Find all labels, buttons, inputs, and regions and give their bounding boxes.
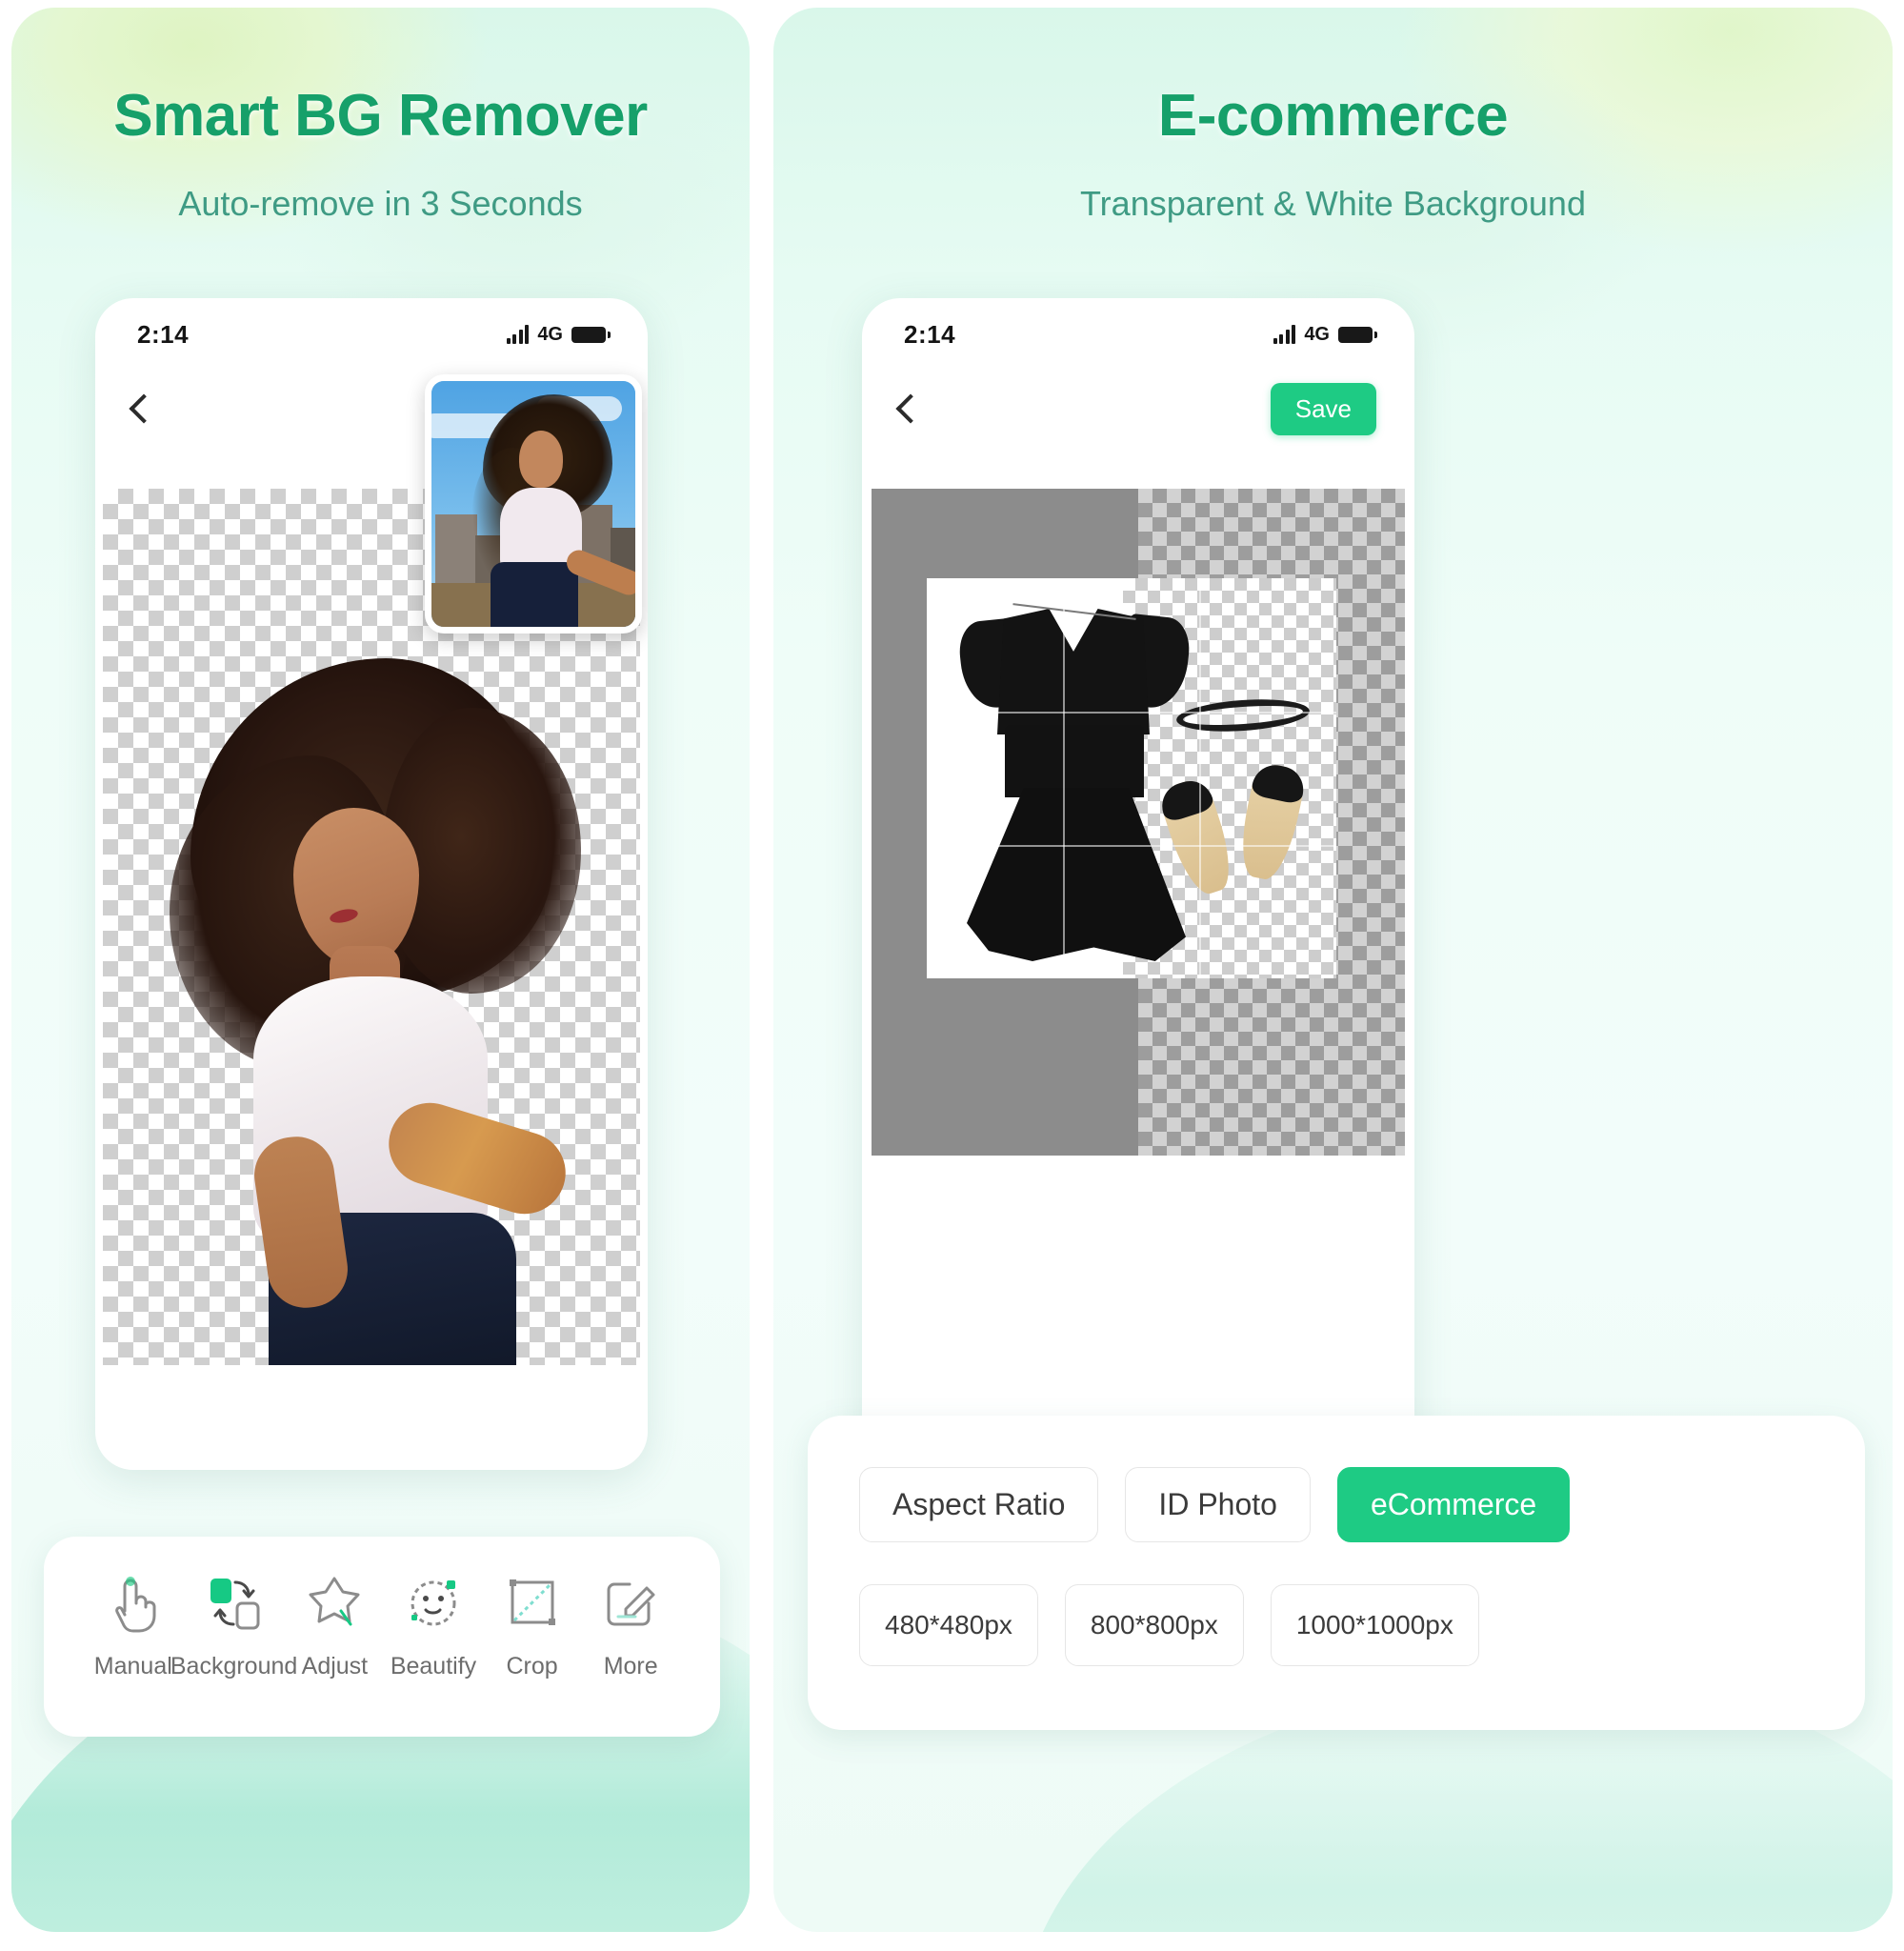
swap-background-icon <box>205 1569 264 1638</box>
network-label: 4G <box>537 323 563 345</box>
chip-size-800[interactable]: 800*800px <box>1064 1584 1244 1666</box>
tool-crop[interactable]: Crop <box>483 1569 582 1680</box>
dress-bodice <box>997 609 1150 734</box>
magic-star-icon <box>305 1569 364 1638</box>
ecommerce-options-panel: Aspect Ratio ID Photo eCommerce 480*480p… <box>808 1416 1865 1730</box>
chip-aspect-ratio[interactable]: Aspect Ratio <box>859 1467 1099 1542</box>
edit-pencil-icon <box>601 1569 660 1638</box>
chip-size-480[interactable]: 480*480px <box>859 1584 1038 1666</box>
status-bar: 2:14 4G <box>862 298 1414 371</box>
status-bar: 2:14 4G <box>95 298 648 371</box>
dress-skirt <box>967 788 1186 961</box>
page-title: Smart BG Remover <box>113 83 648 149</box>
tool-more[interactable]: More <box>581 1569 680 1680</box>
signal-bars-icon <box>506 325 530 344</box>
status-indicators: 4G <box>1273 323 1377 346</box>
promo-card-ecommerce: E-commerce Transparent & White Backgroun… <box>773 8 1893 1932</box>
thumbnail-subject-face <box>519 431 563 488</box>
tool-label: Background <box>170 1653 298 1679</box>
tool-label: More <box>603 1653 658 1679</box>
smiley-face-icon <box>404 1569 463 1638</box>
page-subtitle: Transparent & White Background <box>1080 184 1586 223</box>
crop-gridline <box>1063 578 1066 978</box>
size-chip-row: 480*480px 800*800px 1000*1000px <box>859 1584 1865 1666</box>
screenshot-stage: Smart BG Remover Auto-remove in 3 Second… <box>0 0 1904 1951</box>
status-time: 2:14 <box>137 319 190 349</box>
promo-card-smart-bg-remover: Smart BG Remover Auto-remove in 3 Second… <box>11 8 750 1932</box>
chevron-left-icon[interactable] <box>129 393 159 424</box>
battery-icon <box>1338 326 1377 343</box>
nav-bar: Save <box>862 371 1414 447</box>
mode-chip-row: Aspect Ratio ID Photo eCommerce <box>859 1467 1865 1542</box>
image-canvas-ecommerce[interactable] <box>872 489 1405 1156</box>
chip-ecommerce[interactable]: eCommerce <box>1336 1467 1571 1542</box>
chevron-left-icon[interactable] <box>895 393 926 424</box>
network-label: 4G <box>1304 323 1330 345</box>
tool-label: Crop <box>506 1653 558 1679</box>
tool-manual[interactable]: Manual <box>84 1569 183 1680</box>
original-photo-thumbnail[interactable] <box>425 374 642 634</box>
crop-gridline <box>927 844 1336 847</box>
tool-adjust[interactable]: Adjust <box>286 1569 385 1680</box>
phone-mockup-right: 2:14 4G Save <box>862 298 1414 1470</box>
crop-gridline <box>927 711 1336 714</box>
chip-id-photo[interactable]: ID Photo <box>1125 1467 1311 1542</box>
thumbnail-subject-skirt <box>491 562 578 627</box>
tool-background[interactable]: Background <box>170 1569 297 1680</box>
crop-frame[interactable] <box>927 578 1336 978</box>
signal-bars-icon <box>1273 325 1296 344</box>
tool-beautify[interactable]: Beautify <box>384 1569 483 1680</box>
crop-square-icon <box>503 1569 562 1638</box>
tool-label: Adjust <box>301 1653 369 1679</box>
tool-label: Manual <box>93 1653 172 1679</box>
phone-mockup-left: 2:14 4G <box>95 298 648 1470</box>
editor-toolbar: Manual Background Adjust Beautify Crop M… <box>44 1537 720 1737</box>
dress-waist <box>1005 725 1144 797</box>
product-dress <box>953 592 1193 963</box>
hand-pointer-icon <box>106 1569 161 1638</box>
tool-label: Beautify <box>390 1653 477 1679</box>
chip-size-1000[interactable]: 1000*1000px <box>1270 1584 1479 1666</box>
status-time: 2:14 <box>904 319 956 349</box>
page-title: E-commerce <box>1157 83 1509 149</box>
crop-gridline <box>1199 578 1202 978</box>
cutout-subject-photo <box>170 641 581 1365</box>
save-button[interactable]: Save <box>1270 382 1376 435</box>
status-indicators: 4G <box>506 323 611 346</box>
page-subtitle: Auto-remove in 3 Seconds <box>178 184 583 223</box>
battery-icon <box>571 326 611 343</box>
